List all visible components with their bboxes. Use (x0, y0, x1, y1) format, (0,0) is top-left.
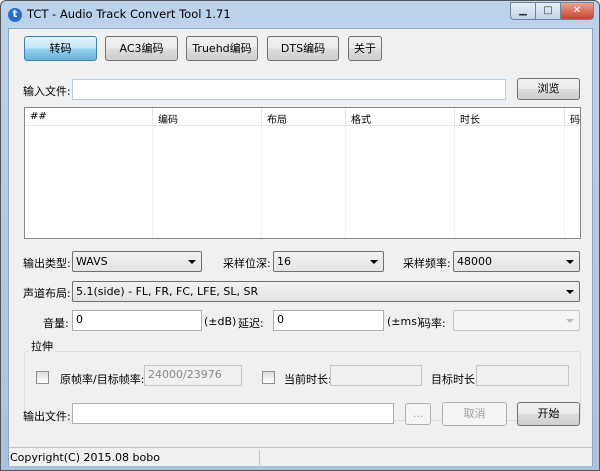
chevron-down-icon (566, 290, 574, 294)
chevron-down-icon (188, 260, 196, 264)
column-header-duration[interactable]: 时长 (455, 108, 565, 126)
app-icon: t (8, 8, 22, 22)
chevron-down-icon (566, 260, 574, 264)
target-duration-input[interactable] (476, 365, 569, 386)
channel-layout-select[interactable]: 5.1(side) - FL, FR, FC, LFE, SL, SR (72, 281, 580, 302)
chevron-down-icon (370, 260, 378, 264)
sample-rate-value: 48000 (457, 255, 492, 268)
output-type-select[interactable]: WAVS (72, 251, 202, 272)
volume-label: 音量: (43, 317, 69, 330)
framerate-checkbox[interactable] (36, 371, 49, 384)
delay-unit: (±ms) (387, 315, 422, 328)
output-type-value: WAVS (76, 255, 108, 268)
window: t TCT - Audio Track Convert Tool 1.71 ▁ … (0, 0, 600, 471)
column-header-layout[interactable]: 布局 (262, 108, 346, 126)
title-bar[interactable]: t TCT - Audio Track Convert Tool 1.71 ▁ … (1, 1, 599, 27)
channel-layout-label: 声道布局: (23, 287, 71, 300)
column-header-bitrate[interactable]: 码率 (565, 108, 580, 126)
stretch-group-title: 拉伸 (29, 338, 55, 354)
framerate-label: 原帧率/目标帧率: (60, 373, 145, 386)
tab-about[interactable]: 关于 (348, 36, 382, 61)
status-bar: Copyright(C) 2015.08 bobo (9, 447, 592, 466)
tab-dts-encode[interactable]: DTS编码 (267, 36, 339, 61)
framerate-input[interactable]: 24000/23976 (144, 365, 242, 386)
bitrate-label: 码率: (420, 317, 446, 330)
column-header-format[interactable]: 格式 (346, 108, 455, 126)
bitrate-select[interactable] (453, 310, 580, 331)
tab-truehd-encode[interactable]: Truehd编码 (186, 36, 258, 61)
browse-button[interactable]: 浏览 (517, 78, 580, 100)
sample-rate-select[interactable]: 48000 (453, 251, 580, 272)
status-text: Copyright(C) 2015.08 bobo (10, 451, 160, 464)
current-duration-checkbox[interactable] (262, 371, 275, 384)
minimize-icon[interactable]: ▁ (510, 2, 536, 20)
current-duration-input[interactable] (330, 365, 422, 386)
bit-depth-select[interactable]: 16 (273, 251, 384, 272)
column-divider (346, 126, 455, 238)
target-duration-label: 目标时长: (431, 373, 479, 386)
track-table[interactable]: ## 编码 布局 格式 时长 码率 (24, 107, 581, 239)
current-duration-label: 当前时长: (284, 373, 332, 386)
column-divider (262, 126, 346, 238)
bit-depth-label: 采样位深: (223, 257, 271, 270)
tab-transcode[interactable]: 转码 (24, 36, 97, 61)
column-header-codec[interactable]: 编码 (153, 108, 262, 126)
column-divider (153, 126, 262, 238)
bit-depth-value: 16 (277, 255, 291, 268)
volume-unit: (±dB) (204, 315, 237, 328)
output-file-input[interactable] (72, 403, 394, 424)
output-file-label: 输出文件: (23, 410, 71, 423)
maximize-icon[interactable]: □ (535, 2, 561, 20)
window-title: TCT - Audio Track Convert Tool 1.71 (27, 7, 231, 21)
sample-rate-label: 采样频率: (403, 257, 451, 270)
input-file-label: 输入文件: (23, 85, 71, 98)
chevron-down-icon (566, 319, 574, 323)
start-button[interactable]: 开始 (517, 402, 580, 426)
output-type-label: 输出类型: (23, 257, 71, 270)
output-browse-button[interactable]: ... (405, 403, 431, 425)
volume-input[interactable]: 0 (72, 310, 202, 331)
status-divider (259, 450, 260, 465)
input-file-field[interactable] (72, 79, 506, 100)
cancel-button[interactable]: 取消 (442, 402, 507, 426)
column-header-index[interactable]: ## (25, 108, 153, 126)
close-icon[interactable]: ✕ (560, 2, 594, 20)
delay-label: 延迟: (238, 317, 264, 330)
column-divider (25, 126, 153, 238)
delay-input[interactable]: 0 (273, 310, 384, 331)
tab-ac3-encode[interactable]: AC3编码 (105, 36, 178, 61)
main-panel: 转码 AC3编码 Truehd编码 DTS编码 关于 输入文件: 浏览 ## 编… (8, 28, 593, 466)
channel-layout-value: 5.1(side) - FL, FR, FC, LFE, SL, SR (76, 285, 259, 298)
column-divider (455, 126, 565, 238)
